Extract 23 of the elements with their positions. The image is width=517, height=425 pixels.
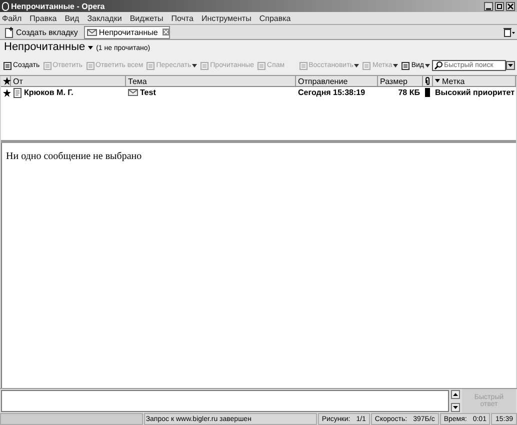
table-cell: Крюков М. Г.: [24, 88, 74, 97]
column-header[interactable]: Размер: [378, 76, 423, 86]
column-header[interactable]: Тема: [126, 76, 296, 86]
status-message: Ни одно сообщение не выбрано: [6, 151, 142, 162]
menu-item[interactable]: Вид: [64, 14, 80, 22]
menu-item[interactable]: Файл: [2, 14, 22, 22]
menu-item[interactable]: Правка: [30, 14, 57, 22]
new-tab-button[interactable]: Создать вкладку: [2, 26, 81, 38]
menu-item[interactable]: Инструменты: [201, 14, 252, 22]
table-cell: Сегодня 15:38:19: [298, 88, 366, 97]
menu-item[interactable]: Закладки: [87, 14, 122, 22]
view-title[interactable]: Непрочитанные: [4, 41, 86, 53]
column-header[interactable]: От: [11, 76, 126, 86]
menu-item[interactable]: Почта: [171, 14, 194, 22]
menu-item[interactable]: Виджеты: [130, 14, 164, 22]
table-cell: Высокий приоритет: [435, 88, 515, 97]
column-header[interactable]: Метка: [433, 76, 516, 86]
window-title: Непрочитанные - Opera: [11, 2, 106, 10]
table-cell: Test: [140, 88, 156, 97]
column-header[interactable]: Отправление: [296, 76, 378, 86]
tab[interactable]: Непрочитанные: [84, 26, 170, 38]
table-cell: 78 КБ: [398, 88, 420, 97]
menu-item[interactable]: Справка: [259, 14, 291, 22]
